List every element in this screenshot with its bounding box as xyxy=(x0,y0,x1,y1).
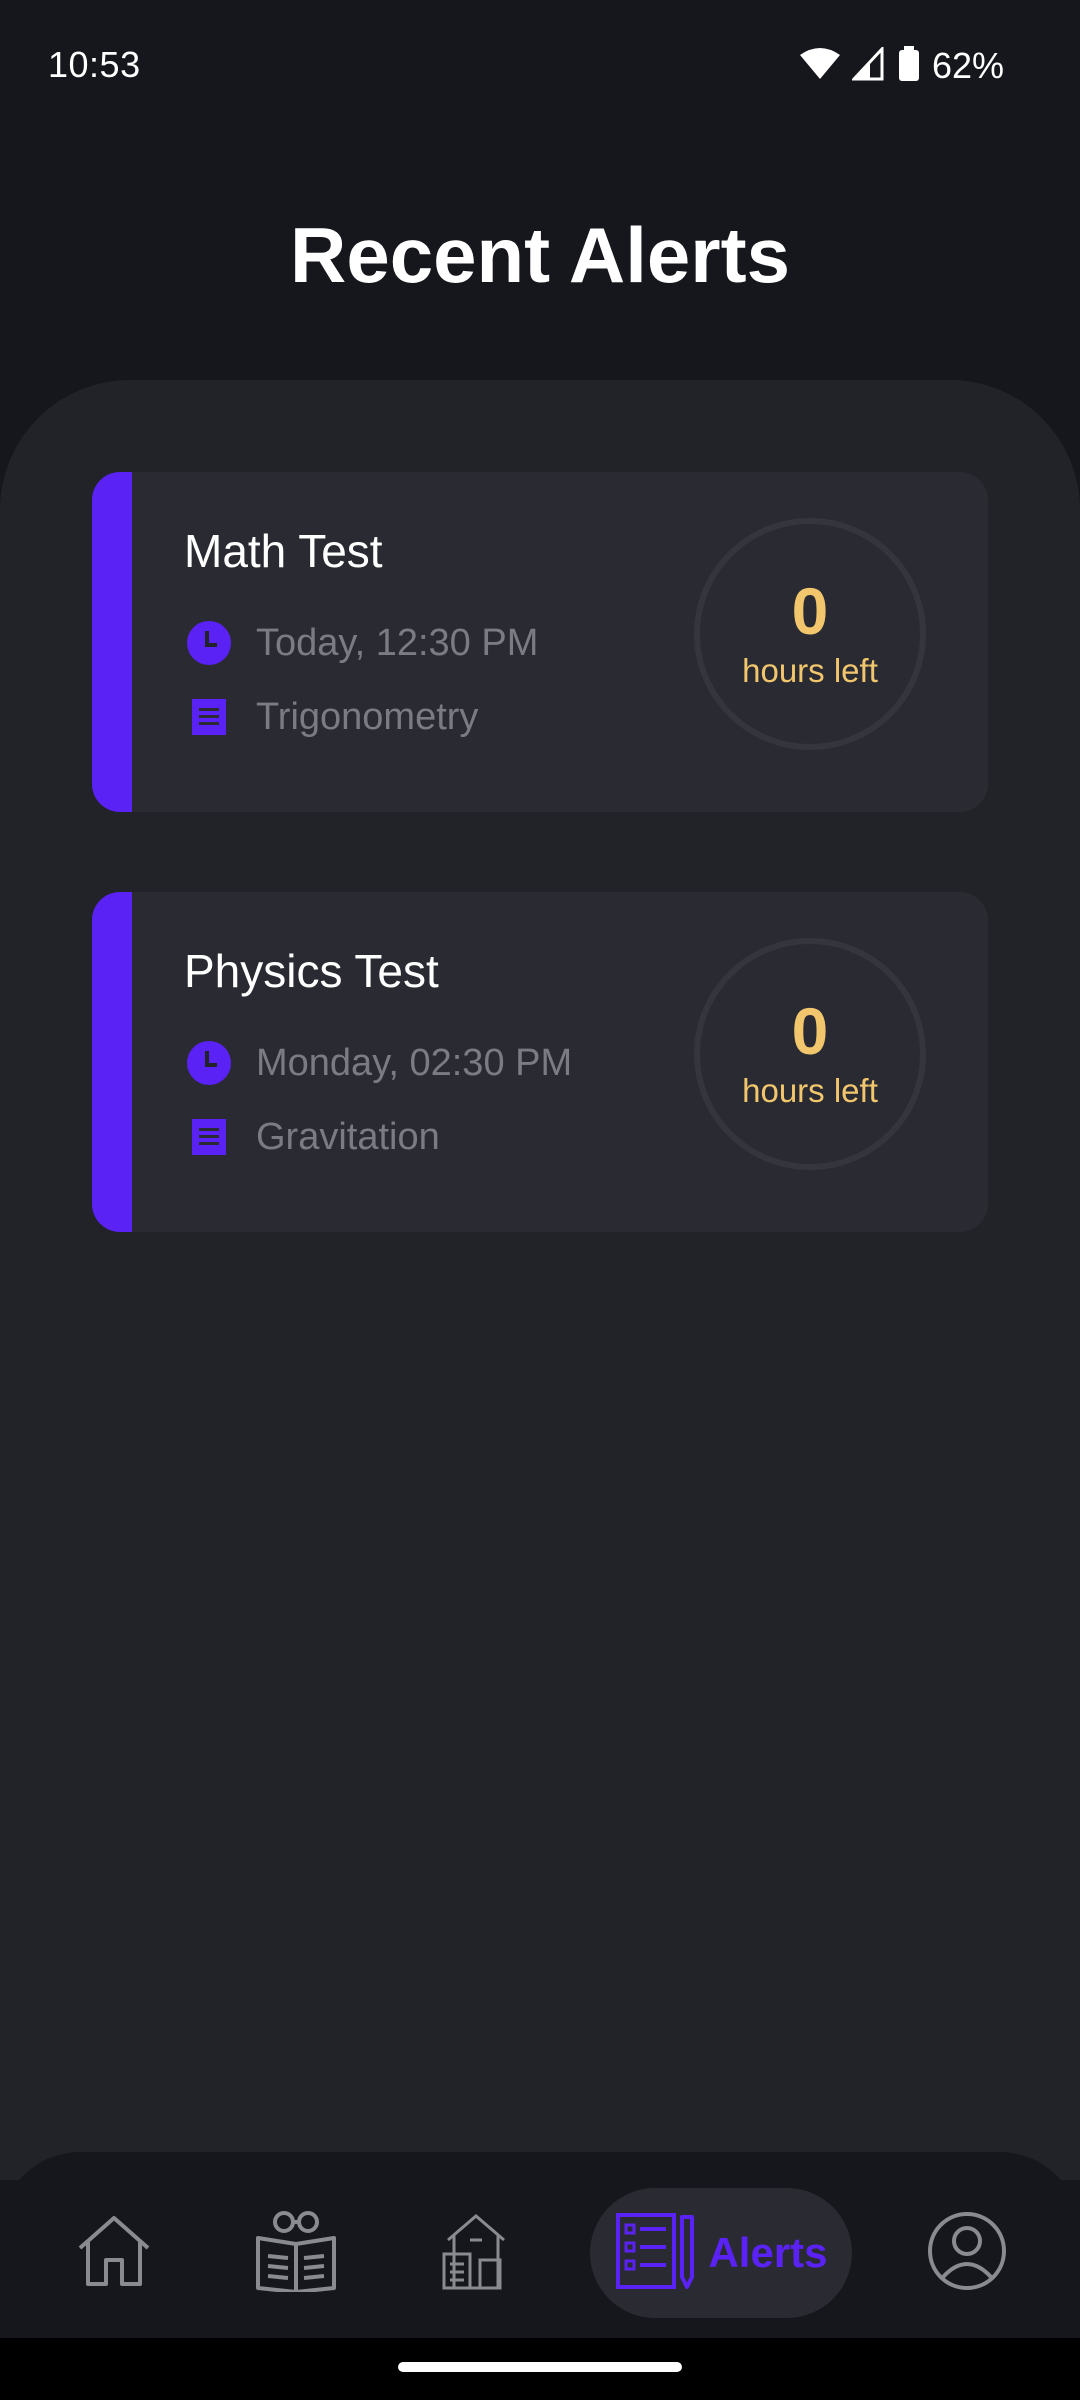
nav-alerts[interactable]: Alerts xyxy=(590,2188,852,2318)
document-icon xyxy=(184,692,234,742)
nav-library[interactable] xyxy=(246,2188,346,2318)
clock-icon xyxy=(184,618,234,668)
battery-percent: 62% xyxy=(931,45,1004,86)
countdown-value: 0 xyxy=(791,574,829,648)
countdown-ring: 0 hours left xyxy=(694,938,926,1170)
nav-profile[interactable] xyxy=(912,2188,1022,2318)
alert-time: Today, 12:30 PM xyxy=(256,621,539,664)
alert-card[interactable]: Physics Test Monday, 02:30 PM Gravitatio… xyxy=(92,892,988,1232)
countdown-label: hours left xyxy=(742,1072,878,1109)
screen: 10:53 62% Recent Alerts Math Test Today,… xyxy=(0,0,1080,2400)
status-time: 10:53 xyxy=(48,44,141,85)
clock-icon xyxy=(184,1038,234,1088)
alerts-icon xyxy=(614,2211,698,2296)
alert-accent-bar xyxy=(92,472,132,812)
alert-topic: Trigonometry xyxy=(256,695,479,738)
nav-school[interactable] xyxy=(426,2188,526,2318)
cell-signal-icon xyxy=(850,44,886,86)
alert-card[interactable]: Math Test Today, 12:30 PM Trigonometry 0… xyxy=(92,472,988,812)
document-icon xyxy=(184,1112,234,1162)
nav-home[interactable] xyxy=(64,2188,164,2318)
profile-icon xyxy=(927,2211,1007,2296)
gesture-bar xyxy=(0,2338,1080,2400)
home-icon xyxy=(74,2214,154,2293)
alert-time-row: Monday, 02:30 PM xyxy=(184,1038,572,1088)
alert-topic-row: Trigonometry xyxy=(184,692,478,742)
wifi-icon xyxy=(799,47,840,86)
alert-topic: Gravitation xyxy=(256,1115,440,1158)
home-gesture-handle[interactable] xyxy=(398,2362,682,2372)
countdown-value: 0 xyxy=(791,994,829,1068)
countdown-ring: 0 hours left xyxy=(694,518,926,750)
alert-topic-row: Gravitation xyxy=(184,1112,440,1162)
status-icons: 62% xyxy=(799,44,1004,88)
alert-time: Monday, 02:30 PM xyxy=(256,1041,573,1084)
page-title: Recent Alerts xyxy=(290,211,790,299)
alert-title: Math Test xyxy=(184,525,383,577)
library-icon xyxy=(254,2210,338,2297)
countdown-label: hours left xyxy=(742,652,878,689)
alert-time-row: Today, 12:30 PM xyxy=(184,618,538,668)
school-icon xyxy=(440,2210,512,2297)
battery-icon xyxy=(898,45,920,87)
bottom-nav: Alerts xyxy=(0,2152,1080,2338)
alert-accent-bar xyxy=(92,892,132,1232)
status-bar: 10:53 62% xyxy=(0,0,1080,132)
alert-title: Physics Test xyxy=(184,945,439,997)
nav-alerts-label: Alerts xyxy=(708,2229,828,2276)
